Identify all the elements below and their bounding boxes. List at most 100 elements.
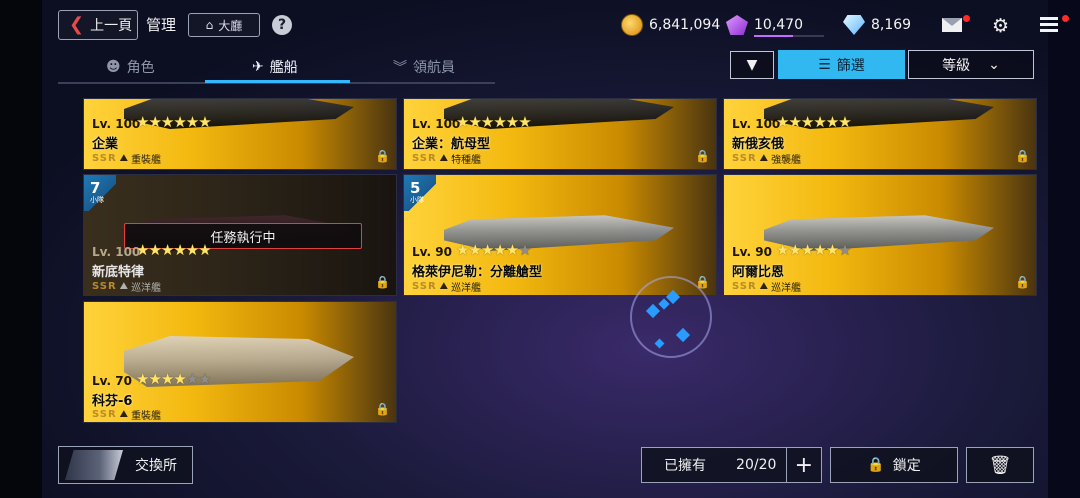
tab-ships[interactable]: ✈ 艦船	[252, 54, 298, 80]
help-icon[interactable]: ?	[272, 15, 292, 35]
ship-card[interactable]: 7 小隊 任務執行中 Lv. 100 ★★★★★★ 新底特律 SSR ⛰ 巡洋艦…	[83, 174, 397, 296]
ship-name: 新底特律	[92, 265, 145, 280]
lock-button[interactable]: 🔒 鎖定	[830, 447, 958, 483]
squad-badge: 5 小隊	[404, 175, 436, 211]
ship-class: SSR ⛰ 特種艦	[412, 151, 481, 166]
chevron-down-icon: ⌄	[988, 56, 1000, 73]
gear-icon[interactable]: ⚙	[992, 15, 1009, 37]
class-icon: ⛰	[759, 153, 769, 164]
filter-label: 篩選	[836, 57, 865, 74]
ship-grade: SSR	[92, 153, 117, 164]
mail-icon[interactable]	[942, 18, 962, 32]
ship-level: Lv. 70	[92, 374, 132, 388]
lock-label: 鎖定	[892, 458, 921, 474]
sort-label: 等級	[942, 57, 971, 74]
active-tab-indicator	[205, 80, 350, 83]
spinner-square	[658, 298, 670, 310]
exchange-icon	[65, 450, 123, 480]
trash-button[interactable]: 🗑	[966, 447, 1034, 483]
ship-stars: ★★★★★★	[776, 241, 852, 259]
spinner-square	[654, 338, 665, 349]
lock-icon: 🔒	[1015, 275, 1030, 289]
lock-icon: 🔒	[695, 149, 710, 163]
coin-counter: 6,841,094	[621, 14, 720, 36]
ship-name: 格萊伊尼勒：分離艙型	[412, 265, 543, 280]
class-icon: ⛰	[119, 409, 129, 420]
owned-count: 20/20	[736, 457, 777, 473]
ship-stars: ★★★★★★	[776, 113, 852, 131]
ship-name: 阿爾比恩	[732, 265, 785, 280]
menu-icon[interactable]	[1040, 17, 1058, 35]
ship-class: SSR ⛰ 強襲艦	[732, 151, 801, 166]
ship-grade: SSR	[732, 281, 757, 292]
sort-dropdown[interactable]: 等級 ⌄	[908, 50, 1034, 79]
ship-level: Lv. 90	[732, 245, 772, 259]
exchange-button[interactable]: 交換所	[58, 446, 193, 484]
ship-class-label: 重裝艦	[131, 155, 162, 166]
ship-class-label: 巡洋艦	[451, 283, 482, 294]
diamond-amount: 8,169	[871, 17, 912, 33]
navigator-icon: ︾	[393, 60, 407, 76]
ship-stars: ★★★★★★	[136, 370, 212, 388]
expand-capacity-button[interactable]: +	[785, 448, 821, 482]
ship-card[interactable]: Lv. 100 ★★★★★★ 新俄亥俄 SSR ⛰ 強襲艦 🔒	[723, 98, 1037, 170]
coin-icon	[621, 14, 643, 36]
coin-amount: 6,841,094	[649, 17, 721, 33]
ship-level: Lv. 100	[412, 117, 461, 131]
spinner-square	[675, 327, 691, 343]
ship-grade: SSR	[92, 409, 117, 420]
lock-icon: 🔒	[375, 275, 390, 289]
lobby-button[interactable]: ⌂ 大廳	[188, 13, 260, 37]
left-edge	[0, 0, 42, 498]
crystal-progress-bar	[754, 35, 824, 37]
ship-class: SSR ⛰ 重裝艦	[92, 151, 161, 166]
crystal-counter: 10,470	[726, 14, 803, 36]
loading-spinner	[630, 276, 712, 358]
character-icon: ☻	[106, 59, 121, 75]
menu-notification-dot	[1062, 15, 1069, 22]
trash-icon: 🗑	[988, 454, 1012, 476]
class-icon: ⛰	[759, 281, 769, 292]
ship-class-label: 特種艦	[451, 155, 482, 166]
ship-stars: ★★★★★★	[456, 113, 532, 131]
ship-card[interactable]: Lv. 90 ★★★★★★ 阿爾比恩 SSR ⛰ 巡洋艦 🔒	[723, 174, 1037, 296]
ship-class-label: 巡洋艦	[131, 283, 162, 294]
ship-class: SSR ⛰ 巡洋艦	[92, 279, 161, 294]
crystal-progress-fill	[754, 35, 794, 37]
ship-stars: ★★★★★★	[136, 241, 212, 259]
spinner-square	[645, 303, 661, 319]
ship-class: SSR ⛰ 重裝艦	[92, 407, 161, 422]
back-label: 上一頁	[90, 18, 133, 34]
ship-card[interactable]: Lv. 100 ★★★★★★ 企業 SSR ⛰ 重裝艦 🔒	[83, 98, 397, 170]
owned-counter: 已擁有 20/20 +	[641, 447, 822, 483]
ship-class-label: 巡洋艦	[771, 283, 802, 294]
ship-card[interactable]: Lv. 70 ★★★★★★ 科芬-6 SSR ⛰ 重裝艦 🔒	[83, 301, 397, 423]
filter-button[interactable]: ☰ 篩選	[778, 50, 905, 79]
tab-navigators[interactable]: ︾ 領航員	[393, 54, 455, 80]
class-icon: ⛰	[439, 153, 449, 164]
padlock-icon: 🔒	[867, 457, 885, 473]
ship-level: Lv. 100	[92, 245, 141, 259]
owned-label: 已擁有	[664, 458, 706, 474]
diamond-icon	[843, 15, 865, 35]
exchange-label: 交換所	[135, 458, 177, 474]
mail-notification-dot	[963, 15, 970, 22]
ship-stars: ★★★★★★	[456, 241, 532, 259]
class-icon: ⛰	[119, 281, 129, 292]
class-icon: ⛰	[119, 153, 129, 164]
back-button[interactable]: ❮ 上一頁	[58, 10, 138, 40]
page-title: 管理	[146, 16, 177, 34]
tab-characters[interactable]: ☻ 角色	[106, 54, 155, 80]
ship-card[interactable]: Lv. 100 ★★★★★★ 企業：航母型 SSR ⛰ 特種艦 🔒	[403, 98, 717, 170]
tab-label: 艦船	[269, 60, 298, 76]
ship-class-label: 強襲艦	[771, 155, 802, 166]
ship-grade: SSR	[412, 281, 437, 292]
class-icon: ⛰	[439, 281, 449, 292]
ship-name: 新俄亥俄	[732, 137, 785, 152]
crystal-icon	[726, 15, 748, 35]
lock-icon: 🔒	[1015, 149, 1030, 163]
ship-class: SSR ⛰ 巡洋艦	[732, 279, 801, 294]
lobby-label: 大廳	[218, 18, 243, 33]
sort-order-button[interactable]: ▼	[730, 51, 774, 79]
squad-label: 小隊	[410, 196, 424, 204]
